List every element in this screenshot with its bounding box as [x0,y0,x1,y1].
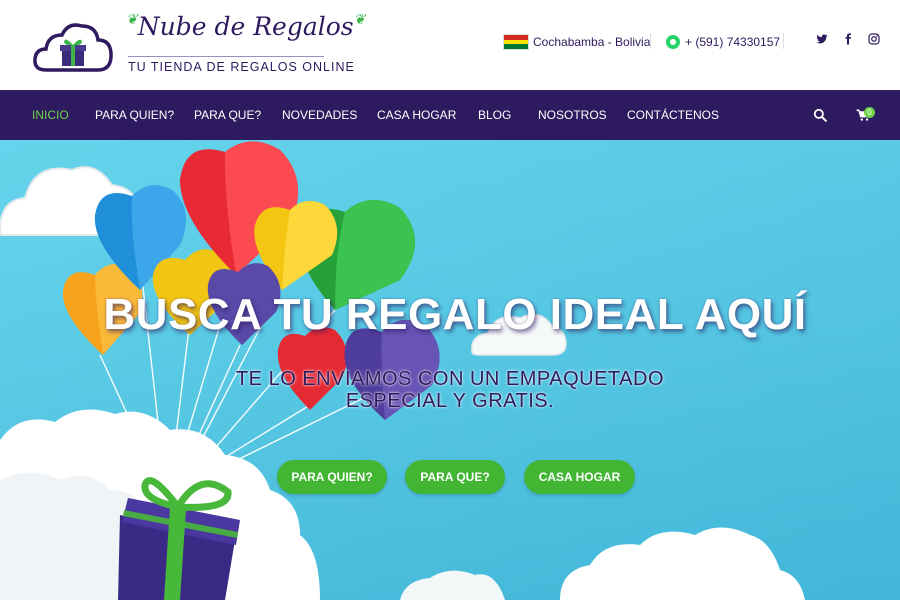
cart-count-badge: 0 [864,107,875,118]
top-header: ❦Nube de Regalos❦ TU TIENDA DE REGALOS O… [0,0,900,90]
phone-link[interactable]: + (591) 74330157 [666,33,780,51]
twitter-icon[interactable] [815,33,829,49]
nav-item-nosotros[interactable]: NOSOTROS [538,108,607,122]
search-icon[interactable] [813,108,829,124]
nav-item-casa-hogar[interactable]: CASA HOGAR [377,108,456,122]
hero-subtitle: TE LO ENVIAMOS CON UN EMPAQUETADO ESPECI… [235,368,665,412]
leaf-icon: ❦ [353,12,366,28]
nav-item-contactenos[interactable]: CONTÁCTENOS [627,108,719,122]
para-quien-button[interactable]: PARA QUIEN? [277,460,387,494]
logo-divider [128,56,324,57]
bolivia-flag-icon [503,34,529,50]
phone-text: + (591) 74330157 [685,35,781,49]
nav-item-para-que[interactable]: PARA QUE? [194,108,261,122]
casa-hogar-button[interactable]: CASA HOGAR [524,460,635,494]
site-logo[interactable]: ❦Nube de Regalos❦ TU TIENDA DE REGALOS O… [32,6,365,86]
nav-item-inicio[interactable]: INICIO [32,108,69,122]
facebook-icon[interactable] [841,33,855,49]
instagram-icon[interactable] [867,33,881,49]
location-text: Cochabamba - Bolivia [533,35,651,49]
location-info: Cochabamba - Bolivia [503,33,650,51]
main-navigation: INICIO PARA QUIEN? PARA QUE? NOVEDADES C… [0,90,900,140]
hero-banner: BUSCA TU REGALO IDEAL AQUÍ TE LO ENVIAMO… [0,140,900,600]
leaf-icon: ❦ [126,12,138,28]
hero-title: BUSCA TU REGALO IDEAL AQUÍ [103,290,807,339]
para-que-button[interactable]: PARA QUE? [405,460,505,494]
nav-item-novedades[interactable]: NOVEDADES [282,108,357,122]
nav-item-para-quien[interactable]: PARA QUIEN? [95,108,174,122]
nav-item-blog[interactable]: BLOG [478,108,511,122]
logo-tagline: TU TIENDA DE REGALOS ONLINE [128,60,355,74]
whatsapp-icon [666,35,680,49]
divider [783,33,784,49]
logo-title: ❦Nube de Regalos❦ [126,12,366,41]
cloud-gift-logo-icon [33,23,113,72]
divider [650,33,651,49]
